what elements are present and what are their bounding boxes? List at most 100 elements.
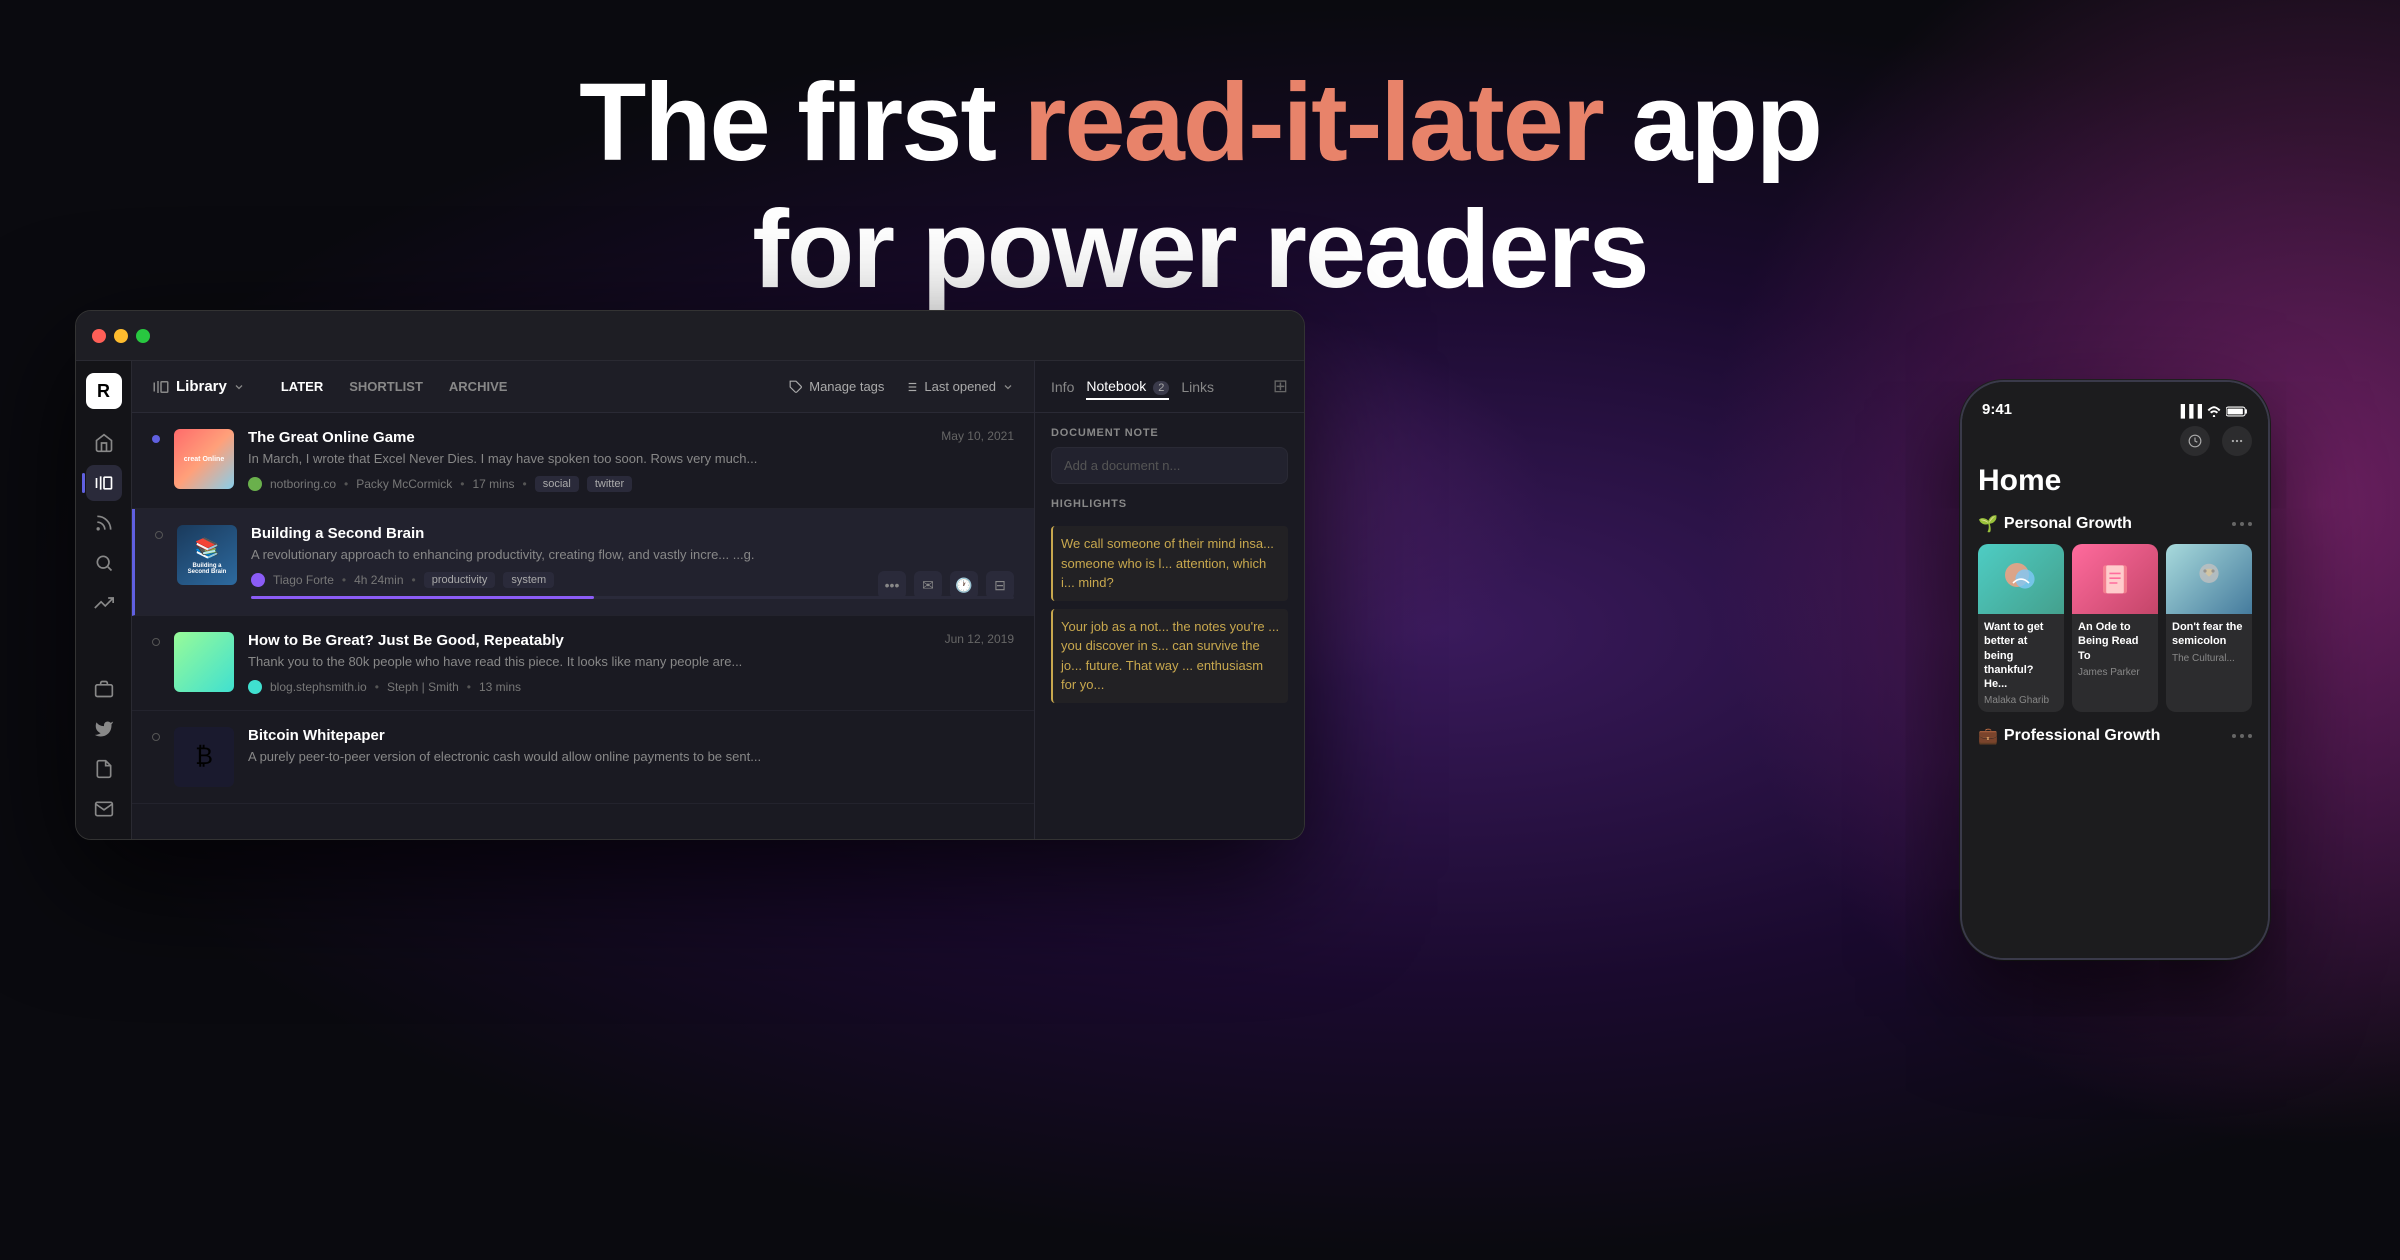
- hero-title: The first read-it-later app for power re…: [0, 60, 2400, 313]
- top-bar: Library LATER SHORTLIST ARCHIVE: [132, 361, 1034, 413]
- article-title: Building a Second Brain: [251, 525, 424, 542]
- tag-twitter[interactable]: twitter: [587, 476, 632, 492]
- article-item-second-brain[interactable]: 📚 Building a Second Brain Building a Sec…: [132, 509, 1034, 616]
- tab-shortlist[interactable]: SHORTLIST: [337, 373, 435, 400]
- phone-more-button[interactable]: [2222, 426, 2252, 456]
- sidebar-item-twitter[interactable]: [86, 711, 122, 747]
- document-note-label: DOCUMENT NOTE: [1035, 413, 1304, 447]
- highlight-item[interactable]: We call someone of their mind insa... so…: [1051, 526, 1288, 601]
- phone-time: 9:41: [1982, 401, 2012, 418]
- article-header: Building a Second Brain: [251, 525, 1014, 542]
- tab-later[interactable]: LATER: [269, 373, 335, 400]
- phone-section-more[interactable]: [2232, 734, 2252, 738]
- phone-section-more[interactable]: [2232, 522, 2252, 526]
- more-options-button[interactable]: •••: [878, 571, 906, 599]
- sidebar-item-mail[interactable]: [86, 791, 122, 827]
- tag-system[interactable]: system: [503, 572, 554, 588]
- library-icon: [152, 378, 170, 396]
- article-item-great-online-game[interactable]: creat Online The Great Online Game May 1…: [132, 413, 1034, 509]
- nav-tabs: LATER SHORTLIST ARCHIVE: [269, 373, 520, 400]
- app-content: R: [76, 361, 1304, 839]
- article-author: Steph | Smith: [387, 680, 459, 694]
- phone-screen: 9:41 ▐▐▐: [1962, 382, 2268, 958]
- phone-card-thankful[interactable]: Want to get better at being thankful? He…: [1978, 544, 2064, 712]
- article-source: Tiago Forte: [273, 573, 334, 587]
- phone-card-author: Malaka Gharib: [1978, 695, 2064, 712]
- manage-tags-button[interactable]: Manage tags: [789, 379, 884, 394]
- document-note-input[interactable]: Add a document n...: [1051, 447, 1288, 484]
- sidebar-item-feed[interactable]: [86, 505, 122, 541]
- battery-icon: [2226, 406, 2248, 417]
- tab-archive[interactable]: ARCHIVE: [437, 373, 520, 400]
- maximize-window-button[interactable]: [136, 329, 150, 343]
- source-icon: [251, 573, 265, 587]
- phone-status-bar: 9:41 ▐▐▐: [1962, 382, 2268, 426]
- top-bar-right: Manage tags Last opened: [789, 379, 1014, 394]
- main-panel: Library LATER SHORTLIST ARCHIVE: [132, 361, 1034, 839]
- sort-button[interactable]: Last opened: [904, 379, 1014, 394]
- article-source: blog.stephsmith.io: [270, 680, 367, 694]
- hero-section: The first read-it-later app for power re…: [0, 60, 2400, 313]
- article-header: The Great Online Game May 10, 2021: [248, 429, 1014, 446]
- reading-progress-fill: [251, 596, 594, 599]
- article-body: The Great Online Game May 10, 2021 In Ma…: [248, 429, 1014, 492]
- sidebar-item-toolbox[interactable]: [86, 671, 122, 707]
- window-controls: [92, 329, 150, 343]
- sidebar-item-home[interactable]: [86, 425, 122, 461]
- phone-content: Home 🌱 Personal Growth: [1962, 426, 2268, 760]
- article-author: Packy McCormick: [356, 477, 452, 491]
- article-title: The Great Online Game: [248, 429, 415, 446]
- article-title: How to Be Great? Just Be Good, Repeatabl…: [248, 632, 564, 649]
- clock-button[interactable]: 🕐: [950, 571, 978, 599]
- unread-indicator: [152, 733, 160, 741]
- tab-info[interactable]: Info: [1051, 375, 1074, 399]
- unread-indicator: [152, 638, 160, 646]
- phone-status-icons: ▐▐▐: [2176, 404, 2248, 418]
- wifi-icon: [2207, 406, 2221, 417]
- phone-section-professional-growth: 💼 Professional Growth: [1978, 726, 2252, 746]
- article-item-be-great[interactable]: How to Be Great? Just Be Good, Repeatabl…: [132, 616, 1034, 710]
- article-thumbnail: [174, 632, 234, 692]
- article-read-time: 13 mins: [479, 680, 521, 694]
- phone-card-image: [2166, 544, 2252, 614]
- sidebar-item-growth[interactable]: [86, 585, 122, 621]
- article-body: Bitcoin Whitepaper A purely peer-to-peer…: [248, 727, 1014, 774]
- article-description: Thank you to the 80k people who have rea…: [248, 653, 1014, 671]
- tab-notebook[interactable]: Notebook 2: [1086, 374, 1169, 400]
- phone-mockup: 9:41 ▐▐▐: [1960, 380, 2270, 960]
- minimize-window-button[interactable]: [114, 329, 128, 343]
- tag-productivity[interactable]: productivity: [424, 572, 496, 588]
- article-meta: notboring.co • Packy McCormick • 17 mins…: [248, 476, 1014, 492]
- phone-clock-button[interactable]: [2180, 426, 2210, 456]
- right-panel: Info Notebook 2 Links ⊞ DOCUMENT NOTE Ad…: [1034, 361, 1304, 839]
- sidebar-item-document[interactable]: [86, 751, 122, 787]
- phone-card-label: Want to get better at being thankful? He…: [1978, 614, 2064, 695]
- mail-button[interactable]: ✉: [914, 571, 942, 599]
- phone-card-image: [2072, 544, 2158, 614]
- phone-card-author: James Parker: [2072, 667, 2158, 684]
- sidebar-item-library[interactable]: [86, 465, 122, 501]
- signal-icon: ▐▐▐: [2176, 404, 2202, 418]
- phone-card-label: Don't fear the semicolon: [2166, 614, 2252, 653]
- phone-card-semicolon[interactable]: Don't fear the semicolon The Cultural...: [2166, 544, 2252, 712]
- highlights-list: We call someone of their mind insa... so…: [1035, 518, 1304, 711]
- phone-card-ode[interactable]: An Ode to Being Read To James Parker: [2072, 544, 2158, 712]
- article-description: A purely peer-to-peer version of electro…: [248, 748, 1014, 766]
- article-item-bitcoin[interactable]: ₿ Bitcoin Whitepaper A purely peer-to-pe…: [132, 711, 1034, 804]
- panel-layout-icon[interactable]: ⊞: [1273, 376, 1288, 397]
- article-header: Bitcoin Whitepaper: [248, 727, 1014, 744]
- article-meta: blog.stephsmith.io • Steph | Smith • 13 …: [248, 680, 1014, 694]
- archive-button[interactable]: ⊟: [986, 571, 1014, 599]
- article-read-time: 17 mins: [472, 477, 514, 491]
- highlight-item[interactable]: Your job as a not... the notes you're ..…: [1051, 609, 1288, 703]
- sidebar-item-search[interactable]: [86, 545, 122, 581]
- close-window-button[interactable]: [92, 329, 106, 343]
- notebook-badge: 2: [1153, 381, 1169, 395]
- app-mockup-container: R: [75, 310, 1305, 840]
- library-button[interactable]: Library: [152, 378, 245, 396]
- phone-section-title: 💼 Professional Growth: [1978, 726, 2160, 746]
- article-header: How to Be Great? Just Be Good, Repeatabl…: [248, 632, 1014, 649]
- tag-social[interactable]: social: [535, 476, 579, 492]
- phone-section-title: 🌱 Personal Growth: [1978, 514, 2132, 534]
- tab-links[interactable]: Links: [1181, 375, 1214, 399]
